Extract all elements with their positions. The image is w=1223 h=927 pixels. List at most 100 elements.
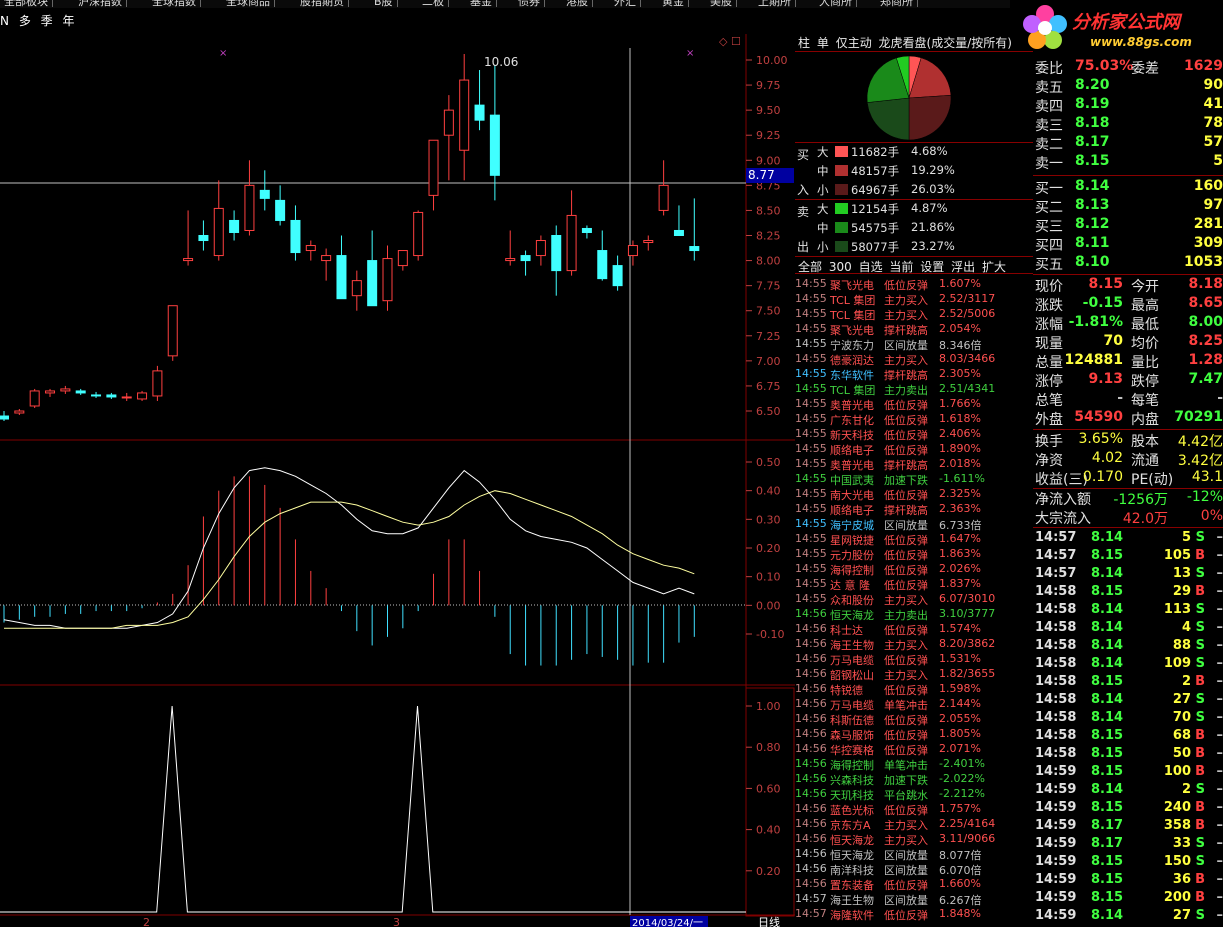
top-menu-item[interactable]: 郑商所 [876, 0, 918, 8]
alert-row[interactable]: 14:57 海隆软件 低位反弹 1.848% [795, 907, 1033, 922]
trade-row: 14:59 8.15 200 B – [1033, 890, 1223, 908]
alert-row[interactable]: 14:55 奥普光电 低位反弹 1.766% [795, 397, 1033, 412]
alert-row[interactable]: 14:55 达 意 隆 低位反弹 1.837% [795, 577, 1033, 592]
alert-row[interactable]: 14:55 聚飞光电 低位反弹 1.607% [795, 277, 1033, 292]
stat-value: 1.28 [1188, 352, 1223, 368]
alert-row[interactable]: 14:55 德豪润达 主力买入 8.03/3466 [795, 352, 1033, 367]
alert-row[interactable]: 14:56 恒天海龙 主力卖出 3.10/3777 [795, 607, 1033, 622]
alert-row[interactable]: 14:56 京东方A 主力买入 2.25/4164 [795, 817, 1033, 832]
alert-row[interactable]: 14:55 广东甘化 低位反弹 1.618% [795, 412, 1033, 427]
alert-time: 14:56 [795, 622, 827, 635]
alert-row[interactable]: 14:56 特锐德 低位反弹 1.598% [795, 682, 1033, 697]
bid-row-volume: 97 [1203, 197, 1223, 213]
net-flow-label: 大宗流入 [1035, 511, 1091, 527]
alert-event: 撑杆跳高 [884, 504, 928, 517]
top-menu-item[interactable]: 大商所 [815, 0, 857, 8]
alert-tab-all[interactable]: 全部 [798, 258, 822, 275]
trade-time: 14:58 [1035, 746, 1077, 761]
tab-active-only[interactable]: 仅主动 [836, 34, 872, 51]
alert-event: 低位反弹 [884, 444, 928, 457]
alert-row[interactable]: 14:55 聚飞光电 撑杆跳高 2.054% [795, 322, 1033, 337]
alert-value: 1.805% [939, 727, 981, 740]
ask-row[interactable]: 卖四 8.19 41 [1033, 96, 1223, 115]
alert-row[interactable]: 14:56 万马电缆 低位反弹 1.531% [795, 652, 1033, 667]
alert-time: 14:55 [795, 562, 827, 575]
alert-row[interactable]: 14:55 TCL 集团 主力买入 2.52/5006 [795, 307, 1033, 322]
alert-row[interactable]: 14:56 置东装备 低位反弹 1.660% [795, 877, 1033, 892]
sell-row: 大 12154手 4.87% [795, 200, 1033, 219]
alert-row[interactable]: 14:56 蓝色光标 低位反弹 1.757% [795, 802, 1033, 817]
alert-row[interactable]: 14:56 万马电缆 单笔冲击 2.144% [795, 697, 1033, 712]
tab-bar[interactable]: 柱 [798, 34, 810, 51]
alert-row[interactable]: 14:56 恒天海龙 主力买入 3.11/9066 [795, 832, 1033, 847]
bid-row[interactable]: 买二 8.13 97 [1033, 197, 1223, 216]
alert-row[interactable]: 14:56 兴森科技 加速下跌 -2.022% [795, 772, 1033, 787]
fund-label: 净资 [1035, 453, 1063, 469]
alert-row[interactable]: 14:55 众和股份 主力买入 6.07/3010 [795, 592, 1033, 607]
period-label[interactable]: 日线 [758, 915, 780, 927]
trade-volume: 5 [1181, 530, 1191, 545]
trade-side: B [1195, 872, 1205, 887]
alert-row[interactable]: 14:56 韶钢松山 主力买入 1.82/3655 [795, 667, 1033, 682]
alert-row[interactable]: 14:55 奥普光电 撑杆跳高 2.018% [795, 457, 1033, 472]
logo-url[interactable]: www.88gs.com [1090, 35, 1192, 49]
ask-row[interactable]: 卖五 8.20 90 [1033, 77, 1223, 96]
candle-body [321, 255, 332, 262]
trade-side: S [1195, 692, 1205, 707]
alert-row[interactable]: 14:55 新天科技 低位反弹 2.406% [795, 427, 1033, 442]
alert-row[interactable]: 14:56 恒天海龙 区间放量 8.077倍 [795, 847, 1033, 862]
alert-row[interactable]: 14:55 元力股份 低位反弹 1.863% [795, 547, 1033, 562]
chart-toggle-icon[interactable]: ◇ ☐ [719, 35, 741, 48]
stat-row: 总笔 - 每笔 - [1033, 390, 1223, 409]
alert-tab-settings[interactable]: 设置 [920, 258, 944, 275]
alert-row[interactable]: 14:55 顺络电子 撑杆跳高 2.363% [795, 502, 1033, 517]
bid-row[interactable]: 买一 8.14 160 [1033, 178, 1223, 197]
alert-row[interactable]: 14:57 海王生物 区间放量 6.267倍 [795, 892, 1033, 907]
alert-row[interactable]: 14:56 天玑科技 平台跳水 -2.212% [795, 787, 1033, 802]
alert-tab-watchlist[interactable]: 自选 [859, 258, 883, 275]
alert-row[interactable]: 14:56 科斯伍德 低位反弹 2.055% [795, 712, 1033, 727]
ask-row[interactable]: 卖三 8.18 78 [1033, 115, 1223, 134]
alert-time: 14:55 [795, 307, 827, 320]
alert-row[interactable]: 14:55 东华软件 撑杆跳高 2.305% [795, 367, 1033, 382]
ask-row[interactable]: 卖二 8.17 57 [1033, 134, 1223, 153]
alert-row[interactable]: 14:55 TCL 集团 主力买入 2.52/3117 [795, 292, 1033, 307]
bid-row-price: 8.10 [1075, 254, 1110, 270]
trade-volume: 240 [1163, 800, 1191, 815]
price-tick-label: 8.25 [756, 230, 781, 243]
bid-row[interactable]: 买三 8.12 281 [1033, 216, 1223, 235]
alert-tab-float[interactable]: 浮出 [951, 258, 975, 275]
fund-value: 3.42亿 [1177, 453, 1223, 469]
alert-tab-expand[interactable]: 扩大 [982, 258, 1006, 275]
fund-label: 流通 [1131, 453, 1159, 469]
alert-row[interactable]: 14:55 顺络电子 低位反弹 1.890% [795, 442, 1033, 457]
alert-value: 2.305% [939, 367, 981, 380]
alert-row[interactable]: 14:55 星网锐捷 低位反弹 1.647% [795, 532, 1033, 547]
alert-row[interactable]: 14:56 森马服饰 低位反弹 1.805% [795, 727, 1033, 742]
alert-event: 主力买入 [884, 354, 928, 367]
trade-dash: – [1216, 530, 1223, 545]
bid-row[interactable]: 买五 8.10 1053 [1033, 254, 1223, 273]
alert-row[interactable]: 14:56 海王生物 主力买入 8.20/3862 [795, 637, 1033, 652]
alert-event: 低位反弹 [884, 279, 928, 292]
alert-row[interactable]: 14:55 海宁皮城 区间放量 6.733倍 [795, 517, 1033, 532]
alert-row[interactable]: 14:56 科士达 低位反弹 1.574% [795, 622, 1033, 637]
alert-tab-current[interactable]: 当前 [889, 258, 913, 275]
tab-single[interactable]: 单 [817, 34, 829, 51]
alert-event: 低位反弹 [884, 744, 928, 757]
trade-time: 14:58 [1035, 602, 1077, 617]
trade-price: 8.15 [1091, 584, 1124, 599]
alert-row[interactable]: 14:56 海得控制 单笔冲击 -2.401% [795, 757, 1033, 772]
alert-row[interactable]: 14:55 南大光电 低位反弹 2.325% [795, 487, 1033, 502]
alert-row[interactable]: 14:56 华控赛格 低位反弹 2.071% [795, 742, 1033, 757]
tab-dragon-tiger[interactable]: 龙虎看盘(成交量/按所有) [879, 34, 1012, 51]
alert-row[interactable]: 14:55 TCL 集团 主力卖出 2.51/4341 [795, 382, 1033, 397]
chart-area[interactable]: 10.009.759.509.259.008.758.508.258.007.7… [0, 0, 795, 927]
alert-tab-300[interactable]: 300 [829, 260, 852, 274]
alert-row[interactable]: 14:55 中国武夷 加速下跌 -1.611% [795, 472, 1033, 487]
alert-row[interactable]: 14:55 宁波东力 区间放量 8.346倍 [795, 337, 1033, 352]
bid-row[interactable]: 买四 8.11 309 [1033, 235, 1223, 254]
ask-row[interactable]: 卖一 8.15 5 [1033, 153, 1223, 172]
alert-row[interactable]: 14:56 南洋科技 区间放量 6.070倍 [795, 862, 1033, 877]
alert-row[interactable]: 14:55 海得控制 低位反弹 2.026% [795, 562, 1033, 577]
